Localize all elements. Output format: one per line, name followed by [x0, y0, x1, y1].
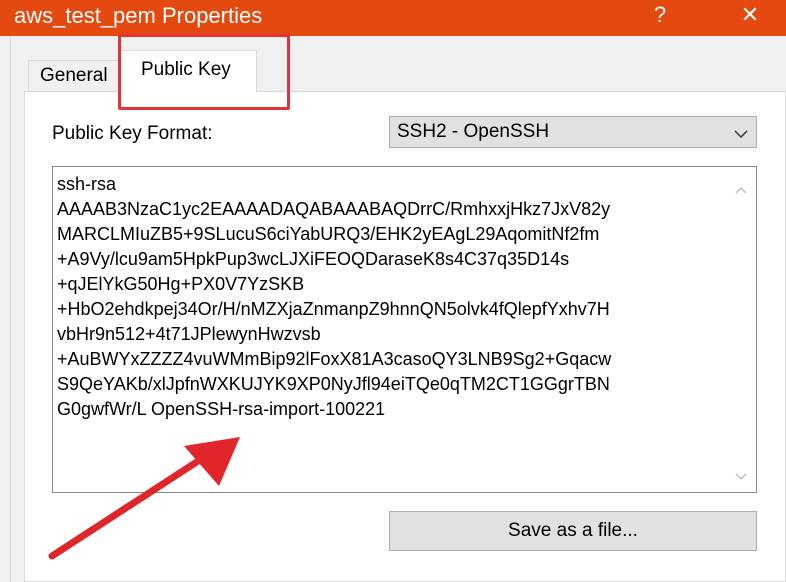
public-key-textbox[interactable]: ssh-rsa AAAAB3NzaC1yc2EAAAADAQABAAABAQDrr… — [52, 166, 757, 493]
background-window-edge — [0, 36, 11, 582]
public-key-line: MARCLMIuZB5+9SLucuS6ciYabURQ3/EHK2yEAgL2… — [57, 224, 600, 244]
public-key-format-label: Public Key Format: — [52, 123, 213, 144]
public-key-format-select[interactable]: SSH2 - OpenSSH — [389, 116, 757, 148]
tab-highlight-box — [118, 34, 290, 110]
public-key-text: ssh-rsa AAAAB3NzaC1yc2EAAAADAQABAAABAQDrr… — [57, 172, 722, 422]
chevron-down-icon — [734, 126, 748, 144]
public-key-line: S9QeYAKb/xlJpfnWXKUJYK9XP0NyJfl94eiTQe0q… — [57, 374, 610, 394]
public-key-format-value: SSH2 - OpenSSH — [397, 121, 550, 142]
public-key-line: G0gwfWr/L OpenSSH-rsa-import-100221 — [57, 399, 386, 419]
public-key-line: vbHr9n512+4t71JPlewynHwzvsb — [57, 324, 321, 344]
public-key-line: +AuBWYxZZZZ4vuWMmBip92lFoxX81A3casoQY3LN… — [57, 349, 612, 369]
help-button[interactable]: ? — [640, 0, 680, 30]
close-button[interactable]: ✕ — [730, 0, 770, 30]
public-key-line: +HbO2ehdkpej34Or/H/nMZXjaZnmanpZ9hnnQN5o… — [57, 299, 610, 319]
chevron-up-icon[interactable] — [735, 181, 747, 199]
public-key-line: ssh-rsa — [57, 174, 117, 194]
textbox-scrollbar[interactable] — [726, 167, 756, 492]
title-bar: aws_test_pem Properties ? ✕ — [0, 0, 786, 36]
public-key-line: +A9Vy/lcu9am5HpkPup3wcLJXiFEOQDaraseK8s4… — [57, 249, 570, 269]
chevron-down-icon[interactable] — [735, 468, 747, 486]
public-key-line: AAAAB3NzaC1yc2EAAAADAQABAAABAQDrrC/Rmhxx… — [57, 199, 611, 219]
public-key-line: +qJElYkG50Hg+PX0V7YzSKB — [57, 274, 305, 294]
window-title: aws_test_pem Properties — [14, 3, 263, 28]
save-as-file-button[interactable]: Save as a file... — [389, 511, 757, 551]
tab-general[interactable]: General — [28, 60, 120, 90]
